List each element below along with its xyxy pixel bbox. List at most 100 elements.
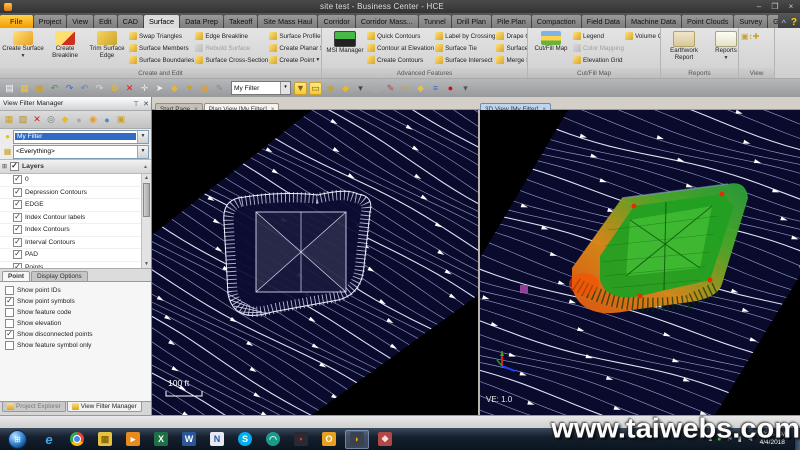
view-pane-icon[interactable]: ▣ xyxy=(741,30,749,42)
pen-icon[interactable]: ✎ xyxy=(384,82,397,95)
filter-hex-icon[interactable]: ◆ xyxy=(58,113,72,127)
msi-manager-button[interactable]: MSI Manager xyxy=(324,29,366,68)
select-arrow-icon[interactable]: ➤ xyxy=(153,82,166,95)
new-filter-icon[interactable]: ▦ xyxy=(2,113,16,127)
minimize-button[interactable]: – xyxy=(752,2,766,12)
ribbon-tab-file[interactable]: File xyxy=(0,15,33,28)
surface-members-button[interactable]: Surface Members xyxy=(128,42,194,54)
new-project-icon[interactable]: ▤ xyxy=(3,82,16,95)
delete-filter-icon[interactable]: ✕ xyxy=(30,113,44,127)
filter-dropdown[interactable]: My Filter ▼ xyxy=(13,129,149,144)
layer-row-edge[interactable]: EDGE xyxy=(0,199,141,212)
layers-header[interactable]: ⊞ Layers ▲ xyxy=(0,159,151,174)
tools-icon[interactable]: ✂ xyxy=(399,82,412,95)
cut-fill-map-button[interactable]: Cut/Fill Map xyxy=(530,29,572,68)
surface-profile-button[interactable]: Surface Profile xyxy=(268,30,321,42)
create-surface-button[interactable]: Create Surface ▼ xyxy=(2,29,44,68)
layer-checkbox[interactable] xyxy=(13,200,22,210)
ribbon-tab-surface[interactable]: Surface xyxy=(143,15,180,28)
option-checkbox[interactable] xyxy=(5,341,14,350)
ribbon-tab-machine-data[interactable]: Machine Data xyxy=(626,15,682,28)
layer-row-0[interactable]: 0 xyxy=(0,174,141,187)
option-show-feature-code[interactable]: Show feature code xyxy=(2,307,151,318)
globe-icon[interactable]: ● xyxy=(100,113,114,127)
media-player-icon[interactable]: ▸ xyxy=(121,430,145,449)
layer-checkbox[interactable] xyxy=(13,212,22,222)
layer-row-pad[interactable]: PAD xyxy=(0,249,141,262)
start-button[interactable]: ⊞ xyxy=(8,429,27,449)
extra-app-icon[interactable]: ❖ xyxy=(373,430,397,449)
open-project-icon[interactable]: ▦ xyxy=(18,82,31,95)
swap-triangles-button[interactable]: Swap Triangles xyxy=(128,30,194,42)
surface-texture-button[interactable]: Surface Texture xyxy=(495,42,527,54)
earthwork-report-button[interactable]: Earthwork Report xyxy=(663,29,705,68)
option-checkbox[interactable] xyxy=(5,330,14,339)
option-show-feature-symbol-only[interactable]: Show feature symbol only xyxy=(2,340,151,351)
skype-icon[interactable]: S xyxy=(233,430,257,449)
three-d-view-viewport[interactable]: VE: 1.0 xyxy=(480,110,800,415)
view-point-icon[interactable]: ✚ xyxy=(753,30,760,42)
excel-icon[interactable]: X xyxy=(149,430,173,449)
layer-row-points[interactable]: Points xyxy=(0,262,141,268)
ribbon-tab-site-mass-haul[interactable]: Site Mass Haul xyxy=(258,15,318,28)
merge-surfaces-button[interactable]: Merge Surfaces xyxy=(495,54,527,66)
explorer-folder-icon[interactable]: ▦ xyxy=(93,430,117,449)
ribbon-tab-gis[interactable]: GIS xyxy=(768,15,778,28)
layers-checkbox[interactable] xyxy=(10,162,20,171)
ribbon-tab-point-clouds[interactable]: Point Clouds xyxy=(682,15,734,28)
view-filter-combo[interactable]: My Filter ▾ xyxy=(231,81,291,95)
panel-tab-view-filter-manager[interactable]: View Filter Manager xyxy=(66,402,142,412)
option-show-point-ids[interactable]: Show point IDs xyxy=(2,285,151,296)
create-planar-surface-button[interactable]: Create Planar Surface xyxy=(268,42,321,54)
sphere-icon[interactable]: ● xyxy=(72,113,86,127)
layer-row-index-contours[interactable]: Index Contours xyxy=(0,224,141,237)
reports-button[interactable]: Reports ▼ xyxy=(705,29,738,68)
dropdown-icon[interactable]: ▾ xyxy=(354,82,367,95)
option-checkbox[interactable] xyxy=(5,286,14,295)
business-center-icon[interactable]: ◗ xyxy=(345,429,369,449)
create-point-button[interactable]: Create Point ▼ xyxy=(268,54,321,66)
chrome-icon[interactable] xyxy=(65,430,89,449)
ribbon-tab-cad[interactable]: CAD xyxy=(117,15,143,28)
volume-grid-button[interactable]: Volume Grid xyxy=(624,30,660,42)
rotate-right-icon[interactable]: ↷ xyxy=(93,82,106,95)
zoom-extents-icon[interactable]: ◉ xyxy=(324,82,337,95)
copy-filter-icon[interactable]: ▧ xyxy=(16,113,30,127)
ribbon-tab-corridor[interactable]: Corridor xyxy=(318,15,355,28)
ribbon-tab-data-prep[interactable]: Data Prep xyxy=(180,15,223,28)
ribbon-tab-field-data[interactable]: Field Data xyxy=(581,15,625,28)
ribbon-collapse-icon[interactable]: ^ xyxy=(782,18,786,28)
record-icon[interactable]: ● xyxy=(444,82,457,95)
view-filter-icon[interactable]: ▼ xyxy=(294,81,307,95)
option-checkbox[interactable] xyxy=(5,308,14,317)
save-icon[interactable]: ▣ xyxy=(33,82,46,95)
create-contours-button[interactable]: Create Contours xyxy=(366,54,434,66)
quick-contours-button[interactable]: Quick Contours xyxy=(366,30,434,42)
restore-button[interactable]: ❐ xyxy=(768,2,782,12)
close-button[interactable]: × xyxy=(784,2,798,12)
surface-cross-section-button[interactable]: Surface Cross-Section xyxy=(194,54,268,66)
edge-breakline-button[interactable]: Edge Breakline xyxy=(194,30,268,42)
undo-icon[interactable]: ↶ xyxy=(48,82,61,95)
notes-app-icon[interactable]: N xyxy=(205,430,229,449)
ribbon-tab-corridor-mass[interactable]: Corridor Mass... xyxy=(355,15,418,28)
surface-boundaries-button[interactable]: Surface Boundaries xyxy=(128,54,194,66)
ribbon-tab-edit[interactable]: Edit xyxy=(93,15,117,28)
chevron-down-icon[interactable]: ▼ xyxy=(137,130,148,143)
tab-point[interactable]: Point xyxy=(2,271,30,281)
find-icon[interactable]: ◎ xyxy=(44,113,58,127)
layer-row-depression-contours[interactable]: Depression Contours xyxy=(0,187,141,199)
ribbon-tab-survey[interactable]: Survey xyxy=(734,15,768,28)
layer-checkbox[interactable] xyxy=(13,225,22,235)
ribbon-tab-pile-plan[interactable]: Pile Plan xyxy=(491,15,531,28)
layer-row-interval-contours[interactable]: Interval Contours xyxy=(0,237,141,249)
trim-surface-edge-button[interactable]: Trim Surface Edge xyxy=(86,29,128,68)
close-icon[interactable]: ✕ xyxy=(141,100,151,108)
rotate-left-icon[interactable]: ↶ xyxy=(78,82,91,95)
word-icon[interactable]: W xyxy=(177,430,201,449)
drape-objects-button[interactable]: Drape Objects xyxy=(495,30,527,42)
ribbon-tab-takeoff[interactable]: Takeoff xyxy=(223,15,258,28)
surface-tool-icon[interactable]: ◆ xyxy=(414,82,427,95)
option-show-point-symbols[interactable]: Show point symbols xyxy=(2,296,151,307)
layer-checkbox[interactable] xyxy=(13,262,22,268)
